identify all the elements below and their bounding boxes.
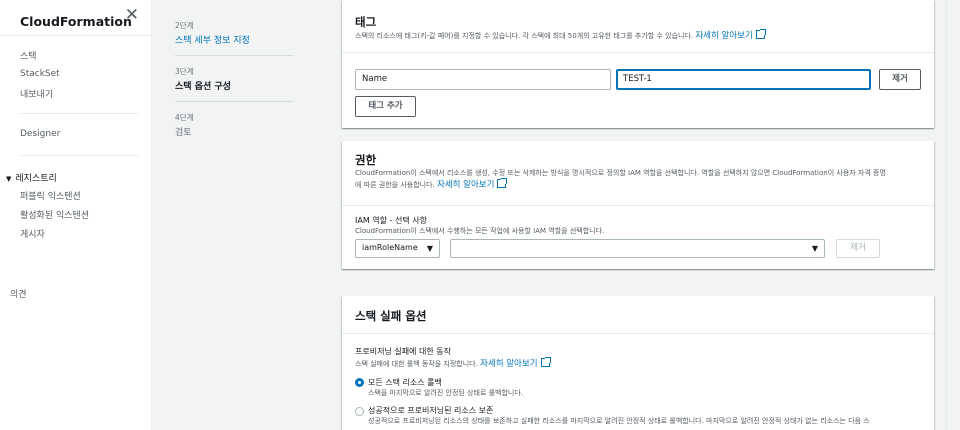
nav-item-activated-extensions[interactable]: 활성화된 익스텐션 — [20, 208, 89, 221]
nav-section-registry[interactable]: ▼ 레지스트리 — [6, 171, 57, 184]
nav-item-designer[interactable]: Designer — [20, 129, 60, 139]
failure-behavior-label: 프로비저닝 실패에 대한 동작 — [355, 347, 451, 356]
tag-key-input[interactable]: Name — [355, 69, 611, 90]
stack-failure-title: 스택 실패 옵션 — [355, 309, 427, 323]
remove-tag-button[interactable]: 제거 — [879, 69, 921, 90]
panel-divider — [342, 52, 934, 53]
tags-title: 태그 — [355, 15, 377, 29]
learn-more-link[interactable]: 자세히 알아보기 — [480, 359, 537, 369]
iam-role-type-value: iamRoleName — [362, 243, 418, 252]
nav-header: CloudFormation ✕ — [0, 0, 151, 36]
tags-description: 스택의 리소스에 태그(키-값 페어)를 지정할 수 있습니다. 각 스택에 최… — [355, 29, 930, 42]
step-number: 3단계 — [175, 67, 194, 76]
add-tag-button[interactable]: 태그 추가 — [355, 96, 416, 117]
permissions-desc-line2: 에 따른 권한을 사용합니다. — [355, 181, 435, 189]
nav-item-feedback[interactable]: 의견 — [10, 287, 27, 300]
learn-more-link[interactable]: 자세히 알아보기 — [695, 31, 752, 41]
nav-item-stacksets[interactable]: StackSet — [20, 69, 60, 79]
close-icon[interactable]: ✕ — [125, 7, 139, 24]
permissions-description: CloudFormation이 스택에서 리소스를 생성, 수정 또는 삭제하는… — [355, 167, 933, 191]
iam-role-select[interactable]: ▼ — [450, 239, 825, 258]
step-label[interactable]: 스택 세부 정보 지정 — [175, 33, 293, 46]
iam-role-type-select[interactable]: iamRoleName ▼ — [355, 239, 440, 258]
preserve-resources-radio[interactable] — [355, 407, 364, 416]
permissions-desc-line1: CloudFormation이 스택에서 리소스를 생성, 수정 또는 삭제하는… — [355, 169, 886, 177]
panel-divider — [342, 333, 934, 334]
nav-title[interactable]: CloudFormation — [20, 14, 132, 29]
rollback-all-radio[interactable] — [355, 378, 364, 387]
remove-role-button[interactable]: 제거 — [836, 239, 880, 258]
permissions-title: 권한 — [355, 153, 377, 167]
scrollbar[interactable] — [946, 0, 960, 430]
iam-role-description: CloudFormation이 스택에서 수행하는 모든 작업에 사용할 IAM… — [355, 227, 605, 235]
step-label: 스택 옵션 구성 — [175, 82, 231, 92]
caret-down-icon: ▼ — [6, 175, 12, 183]
step-divider — [175, 101, 293, 102]
step-4: 4단계 검토 — [175, 112, 293, 138]
nav-item-stacks[interactable]: 스택 — [20, 49, 37, 62]
permissions-panel: 권한 CloudFormation이 스택에서 리소스를 생성, 수정 또는 삭… — [342, 141, 934, 269]
side-navigation: CloudFormation ✕ 스택 StackSet 내보내기 Design… — [0, 0, 152, 430]
failure-behavior-desc-text: 스택 실패에 대한 롤백 동작을 지정합니다. — [355, 360, 478, 368]
tags-panel: 태그 스택의 리소스에 태그(키-값 페어)를 지정할 수 있습니다. 각 스택… — [342, 0, 934, 128]
panel-divider — [342, 205, 934, 206]
nav-item-exports[interactable]: 내보내기 — [20, 87, 53, 100]
registry-heading: 레지스트리 — [15, 174, 57, 184]
learn-more-link[interactable]: 자세히 알아보기 — [437, 180, 494, 190]
tag-value-input[interactable]: TEST-1 — [616, 69, 871, 90]
dropdown-arrow-icon: ▼ — [811, 244, 818, 253]
preserve-resources-description: 성공적으로 프로비저닝된 리소스의 상태를 보존하고 실패한 리소스를 마지막으… — [368, 417, 870, 425]
step-divider — [175, 55, 293, 56]
nav-item-public-extensions[interactable]: 퍼블릭 익스텐션 — [20, 189, 81, 202]
nav-divider — [20, 155, 139, 156]
nav-divider — [20, 113, 139, 114]
step-label: 검토 — [175, 128, 192, 138]
external-link-icon — [540, 357, 551, 367]
external-link-icon — [755, 29, 766, 39]
external-link-icon — [497, 178, 508, 188]
dropdown-arrow-icon: ▼ — [426, 244, 433, 253]
step-number: 2단계 — [175, 21, 194, 30]
rollback-all-description: 스택을 마지막으로 알려진 안정된 상태로 롤백합니다. — [368, 389, 524, 397]
nav-item-publishers[interactable]: 게시자 — [20, 227, 45, 240]
failure-behavior-description: 스택 실패에 대한 롤백 동작을 지정합니다. 자세히 알아보기 — [355, 357, 551, 370]
step-3: 3단계 스택 옵션 구성 — [175, 66, 293, 92]
step-number: 4단계 — [175, 113, 194, 122]
tags-desc-text: 스택의 리소스에 태그(키-값 페어)를 지정할 수 있습니다. 각 스택에 최… — [355, 32, 694, 40]
stack-failure-panel: 스택 실패 옵션 프로비저닝 실패에 대한 동작 스택 실패에 대한 롤백 동작… — [342, 296, 934, 430]
step-2[interactable]: 2단계 스택 세부 정보 지정 — [175, 20, 293, 46]
